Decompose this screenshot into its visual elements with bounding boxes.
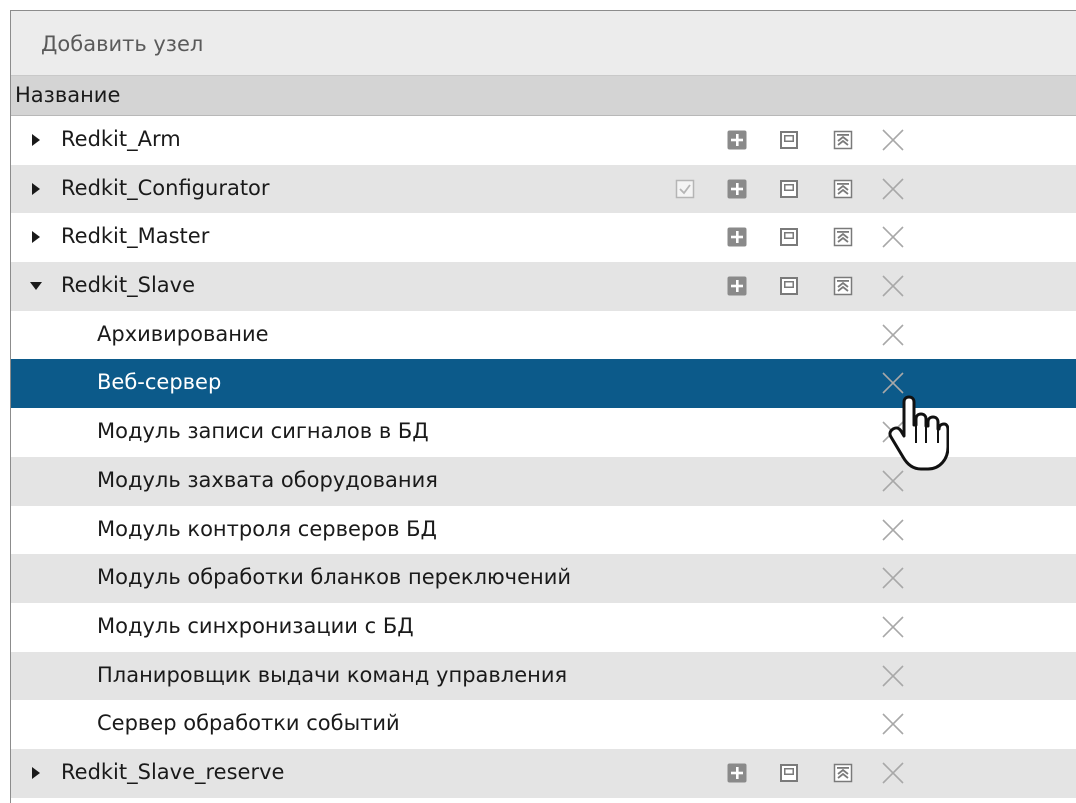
tree-row[interactable]: Redkit_Arm	[11, 116, 1076, 165]
tree-row-label: Планировщик выдачи команд управления	[97, 662, 568, 687]
tree-row-label: Redkit_Slave_reserve	[61, 759, 285, 784]
tree-row[interactable]: Модуль обработки бланков переключений	[11, 554, 1076, 603]
close-icon[interactable]	[880, 760, 906, 786]
tree-row-label: Redkit_Slave	[61, 273, 196, 298]
move-top-icon[interactable]	[833, 179, 853, 199]
close-icon[interactable]	[880, 322, 906, 348]
column-header-name[interactable]: Название	[11, 76, 1076, 116]
close-icon[interactable]	[880, 419, 906, 445]
tree-row-label: Модуль захвата оборудования	[97, 467, 438, 492]
move-top-icon[interactable]	[833, 763, 853, 783]
node-tree-panel: Добавить узел Название Redkit_Arm Redkit_…	[10, 10, 1076, 803]
toolbar: Добавить узел	[11, 11, 1076, 76]
plus-box-icon[interactable]	[727, 763, 747, 783]
tree-row[interactable]: Модуль контроля серверов БД	[11, 505, 1076, 555]
tree-row-label: Сервер обработки событий	[97, 711, 400, 736]
move-top-icon[interactable]	[833, 227, 853, 247]
close-icon[interactable]	[880, 614, 906, 640]
close-icon[interactable]	[880, 711, 906, 737]
expand-right-icon[interactable]	[29, 230, 43, 244]
window-icon[interactable]	[779, 179, 799, 199]
window-icon[interactable]	[779, 227, 799, 247]
close-icon[interactable]	[880, 273, 906, 299]
plus-box-icon[interactable]	[727, 179, 747, 199]
window-icon[interactable]	[779, 763, 799, 783]
tree-row-label: Redkit_Configurator	[61, 175, 270, 200]
close-icon[interactable]	[880, 127, 906, 153]
plus-box-icon[interactable]	[727, 130, 747, 150]
tree-row[interactable]: Redkit_Slave	[11, 262, 1076, 311]
tree-row-label: Модуль записи сигналов в БД	[97, 419, 429, 444]
close-icon[interactable]	[880, 565, 906, 591]
tree-row[interactable]: Планировщик выдачи команд управления	[11, 651, 1076, 701]
expand-right-icon[interactable]	[29, 133, 43, 147]
close-icon[interactable]	[880, 663, 906, 689]
window-icon[interactable]	[779, 276, 799, 296]
tree-row-label: Веб-сервер	[97, 370, 222, 395]
plus-box-icon[interactable]	[727, 227, 747, 247]
tree-row-label: Модуль синхронизации с БД	[97, 613, 414, 638]
tree-row[interactable]: Сервер обработки событий	[11, 700, 1076, 749]
tree-row[interactable]: Архивирование	[11, 310, 1076, 360]
move-top-icon[interactable]	[833, 130, 853, 150]
tree-row[interactable]: Модуль записи сигналов в БД	[11, 408, 1076, 457]
tree-row[interactable]: Redkit_Configurator	[11, 164, 1076, 214]
close-icon[interactable]	[880, 517, 906, 543]
tree-row-selected[interactable]: Веб-сервер	[11, 359, 1076, 409]
plus-box-icon[interactable]	[727, 276, 747, 296]
checkbox-icon[interactable]	[675, 179, 695, 199]
close-icon[interactable]	[880, 370, 906, 396]
tree-row-label: Модуль контроля серверов БД	[97, 516, 437, 541]
add-node-button[interactable]: Добавить узел	[37, 28, 207, 60]
tree-row-label: Архивирование	[97, 321, 269, 346]
column-header-label: Название	[15, 83, 121, 107]
expand-right-icon[interactable]	[29, 766, 43, 780]
tree-row[interactable]: Модуль захвата оборудования	[11, 456, 1076, 506]
tree-row[interactable]: Redkit_Master	[11, 213, 1076, 263]
tree-row-label: Модуль обработки бланков переключений	[97, 565, 572, 590]
close-icon[interactable]	[880, 224, 906, 250]
close-icon[interactable]	[880, 176, 906, 202]
tree-row[interactable]: Модуль синхронизации с БД	[11, 602, 1076, 652]
tree-row[interactable]: Redkit_Slave_reserve	[11, 748, 1076, 798]
tree-rows: Redkit_Arm Redkit_Configurator Redkit_Mast…	[11, 116, 1076, 798]
close-icon[interactable]	[880, 468, 906, 494]
expand-right-icon[interactable]	[29, 182, 43, 196]
move-top-icon[interactable]	[833, 276, 853, 296]
tree-row-label: Redkit_Arm	[61, 127, 181, 151]
expand-down-icon[interactable]	[29, 279, 43, 293]
window-icon[interactable]	[779, 130, 799, 150]
tree-row-label: Redkit_Master	[61, 224, 210, 249]
